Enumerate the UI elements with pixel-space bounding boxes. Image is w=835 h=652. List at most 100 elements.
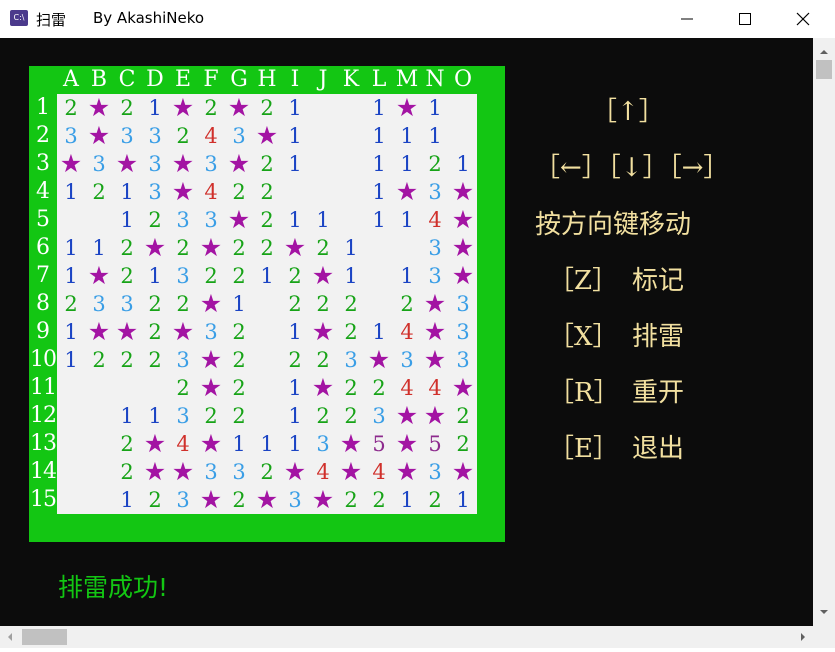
- number-cell[interactable]: 1: [57, 262, 85, 290]
- number-cell[interactable]: 2: [113, 458, 141, 486]
- number-cell[interactable]: 1: [393, 486, 421, 514]
- number-cell[interactable]: 1: [421, 122, 449, 150]
- number-cell[interactable]: 2: [141, 206, 169, 234]
- number-cell[interactable]: 4: [393, 318, 421, 346]
- number-cell[interactable]: 3: [85, 150, 113, 178]
- empty-cell[interactable]: [141, 374, 169, 402]
- number-cell[interactable]: 1: [57, 178, 85, 206]
- number-cell[interactable]: 2: [253, 234, 281, 262]
- empty-cell[interactable]: [253, 346, 281, 374]
- number-cell[interactable]: 3: [449, 346, 477, 374]
- mine-star-cell[interactable]: ★: [281, 234, 309, 262]
- number-cell[interactable]: 1: [421, 94, 449, 122]
- number-cell[interactable]: 2: [253, 458, 281, 486]
- number-cell[interactable]: 2: [421, 486, 449, 514]
- empty-cell[interactable]: [337, 94, 365, 122]
- number-cell[interactable]: 3: [141, 122, 169, 150]
- number-cell[interactable]: 2: [197, 402, 225, 430]
- mine-star-cell[interactable]: ★: [393, 430, 421, 458]
- empty-cell[interactable]: [309, 122, 337, 150]
- empty-cell[interactable]: [337, 206, 365, 234]
- mine-star-cell[interactable]: ★: [449, 458, 477, 486]
- empty-cell[interactable]: [57, 402, 85, 430]
- number-cell[interactable]: 3: [169, 346, 197, 374]
- number-cell[interactable]: 1: [281, 374, 309, 402]
- empty-cell[interactable]: [337, 150, 365, 178]
- empty-cell[interactable]: [85, 402, 113, 430]
- number-cell[interactable]: 1: [365, 122, 393, 150]
- number-cell[interactable]: 2: [449, 402, 477, 430]
- number-cell[interactable]: 2: [253, 94, 281, 122]
- mine-star-cell[interactable]: ★: [281, 458, 309, 486]
- mine-star-cell[interactable]: ★: [393, 402, 421, 430]
- number-cell[interactable]: 3: [337, 346, 365, 374]
- number-cell[interactable]: 1: [365, 150, 393, 178]
- empty-cell[interactable]: [85, 486, 113, 514]
- number-cell[interactable]: 1: [113, 206, 141, 234]
- number-cell[interactable]: 1: [225, 430, 253, 458]
- number-cell[interactable]: 1: [57, 318, 85, 346]
- mine-star-cell[interactable]: ★: [449, 262, 477, 290]
- number-cell[interactable]: 2: [141, 346, 169, 374]
- number-cell[interactable]: 3: [365, 402, 393, 430]
- mine-star-cell[interactable]: ★: [449, 234, 477, 262]
- number-cell[interactable]: 3: [141, 178, 169, 206]
- number-cell[interactable]: 2: [225, 318, 253, 346]
- mine-star-cell[interactable]: ★: [309, 374, 337, 402]
- number-cell[interactable]: 1: [113, 178, 141, 206]
- vertical-scrollbar[interactable]: [813, 38, 835, 626]
- number-cell[interactable]: 3: [449, 290, 477, 318]
- number-cell[interactable]: 4: [169, 430, 197, 458]
- number-cell[interactable]: 2: [253, 178, 281, 206]
- number-cell[interactable]: 2: [225, 234, 253, 262]
- mine-star-cell[interactable]: ★: [337, 430, 365, 458]
- empty-cell[interactable]: [113, 374, 141, 402]
- number-cell[interactable]: 2: [141, 486, 169, 514]
- number-cell[interactable]: 1: [281, 430, 309, 458]
- number-cell[interactable]: 2: [141, 318, 169, 346]
- number-cell[interactable]: 2: [337, 374, 365, 402]
- mine-star-cell[interactable]: ★: [393, 178, 421, 206]
- mine-star-cell[interactable]: ★: [225, 150, 253, 178]
- number-cell[interactable]: 2: [225, 486, 253, 514]
- mine-star-cell[interactable]: ★: [449, 374, 477, 402]
- number-cell[interactable]: 2: [309, 402, 337, 430]
- mine-star-cell[interactable]: ★: [225, 206, 253, 234]
- mine-star-cell[interactable]: ★: [393, 94, 421, 122]
- mine-star-cell[interactable]: ★: [197, 430, 225, 458]
- number-cell[interactable]: 3: [393, 346, 421, 374]
- number-cell[interactable]: 1: [365, 94, 393, 122]
- number-cell[interactable]: 2: [225, 402, 253, 430]
- mine-star-cell[interactable]: ★: [365, 346, 393, 374]
- mine-star-cell[interactable]: ★: [421, 346, 449, 374]
- number-cell[interactable]: 1: [281, 402, 309, 430]
- mine-star-cell[interactable]: ★: [393, 458, 421, 486]
- mine-star-cell[interactable]: ★: [169, 458, 197, 486]
- number-cell[interactable]: 3: [169, 262, 197, 290]
- number-cell[interactable]: 5: [365, 430, 393, 458]
- empty-cell[interactable]: [449, 122, 477, 150]
- mine-star-cell[interactable]: ★: [309, 262, 337, 290]
- number-cell[interactable]: 2: [337, 318, 365, 346]
- mine-star-cell[interactable]: ★: [57, 150, 85, 178]
- mine-star-cell[interactable]: ★: [169, 318, 197, 346]
- mine-star-cell[interactable]: ★: [253, 486, 281, 514]
- mine-star-cell[interactable]: ★: [197, 374, 225, 402]
- number-cell[interactable]: 3: [57, 122, 85, 150]
- empty-cell[interactable]: [337, 122, 365, 150]
- number-cell[interactable]: 2: [309, 234, 337, 262]
- number-cell[interactable]: 3: [197, 458, 225, 486]
- empty-cell[interactable]: [253, 402, 281, 430]
- minimize-button[interactable]: [658, 0, 716, 38]
- number-cell[interactable]: 2: [225, 374, 253, 402]
- number-cell[interactable]: 1: [309, 206, 337, 234]
- mine-star-cell[interactable]: ★: [421, 402, 449, 430]
- number-cell[interactable]: 2: [225, 346, 253, 374]
- mine-star-cell[interactable]: ★: [113, 150, 141, 178]
- number-cell[interactable]: 1: [225, 290, 253, 318]
- number-cell[interactable]: 2: [197, 94, 225, 122]
- number-cell[interactable]: 1: [393, 122, 421, 150]
- number-cell[interactable]: 1: [57, 346, 85, 374]
- number-cell[interactable]: 2: [225, 178, 253, 206]
- mine-star-cell[interactable]: ★: [197, 290, 225, 318]
